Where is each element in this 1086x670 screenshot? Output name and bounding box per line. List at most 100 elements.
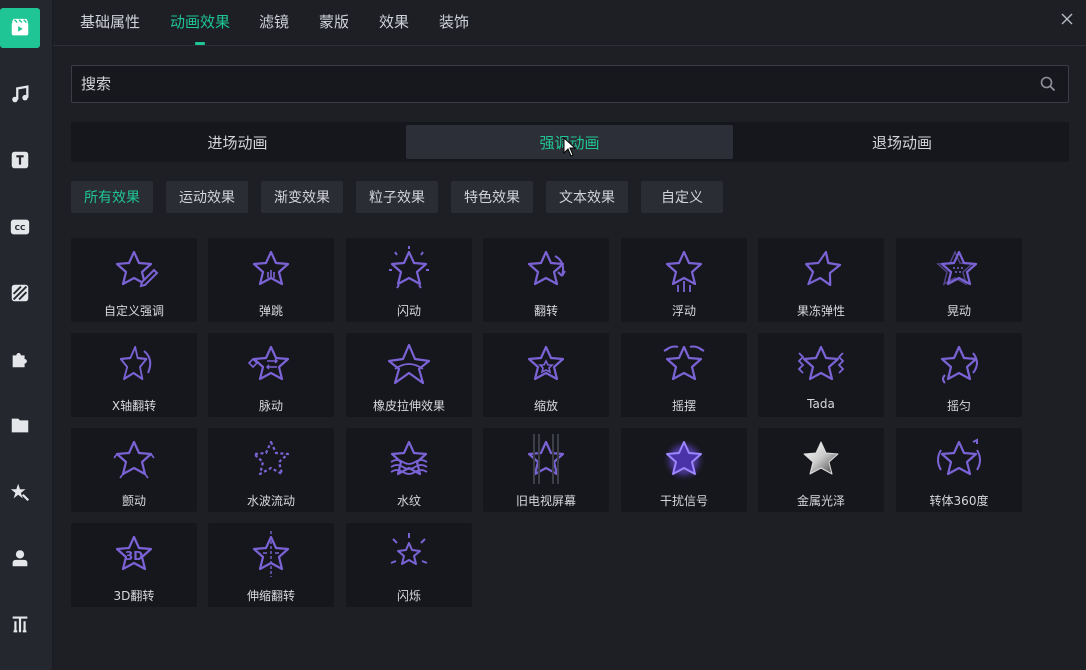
sidebar: CC xyxy=(0,0,53,670)
effect-tile[interactable]: 果冻弹性 xyxy=(758,238,884,322)
star-flip-icon xyxy=(527,250,566,286)
sidebar-folder-button[interactable] xyxy=(0,405,40,445)
subtitle-cc-icon: CC xyxy=(10,219,30,235)
effect-tile[interactable]: Tada xyxy=(758,333,884,417)
effect-label: 闪烁 xyxy=(396,589,421,603)
star-glitch-icon xyxy=(662,438,706,482)
star-rubber-icon xyxy=(387,343,431,385)
segment-enter-animation[interactable]: 进场动画 xyxy=(71,125,404,159)
effect-label: 金属光泽 xyxy=(796,494,845,508)
effect-label: 3D翻转 xyxy=(113,589,155,603)
effect-tile[interactable]: 旧电视屏幕 xyxy=(483,428,609,512)
star-tremble-icon xyxy=(113,440,155,479)
tab-decorations[interactable]: 装饰 xyxy=(439,11,469,32)
effect-tile[interactable]: 摇匀 xyxy=(896,333,1022,417)
effect-label: 晃动 xyxy=(946,304,971,318)
star-wobble-icon xyxy=(940,345,978,384)
sidebar-transition-button[interactable] xyxy=(0,273,40,313)
tab-basic-properties[interactable]: 基础属性 xyxy=(80,11,140,32)
effect-label: 摇摆 xyxy=(671,399,696,413)
effect-tile[interactable]: X轴翻转 xyxy=(71,333,197,417)
effect-label: 伸缩翻转 xyxy=(246,589,295,603)
star-3d-icon: 3D xyxy=(115,535,153,571)
effect-label: 转体360度 xyxy=(929,494,989,508)
effect-tile[interactable]: 浮动 xyxy=(621,238,747,322)
search-input[interactable] xyxy=(81,66,1021,102)
tab-filters[interactable]: 滤镜 xyxy=(259,11,289,32)
tab-effects[interactable]: 效果 xyxy=(379,11,409,32)
close-button[interactable] xyxy=(1058,10,1076,28)
sidebar-subtitle-button[interactable]: CC xyxy=(0,207,40,247)
tab-animation-effects[interactable]: 动画效果 xyxy=(170,11,230,32)
tab-mask[interactable]: 蒙版 xyxy=(319,11,349,32)
star-zoom-icon xyxy=(527,345,565,381)
music-icon xyxy=(12,85,29,103)
star-old-tv-icon xyxy=(527,434,565,484)
star-tada-icon xyxy=(797,345,845,381)
category-text[interactable]: 文本效果 xyxy=(546,181,628,213)
folder-icon xyxy=(11,418,29,433)
effect-tile[interactable]: 转体360度 xyxy=(896,428,1022,512)
sidebar-media-button[interactable] xyxy=(0,8,40,48)
segment-exit-animation[interactable]: 退场动画 xyxy=(735,125,1069,159)
category-motion[interactable]: 运动效果 xyxy=(166,181,248,213)
effect-label: Tada xyxy=(807,397,835,411)
search-icon[interactable] xyxy=(1040,76,1056,92)
svg-text:3D: 3D xyxy=(125,549,143,563)
star-twinkle-icon xyxy=(390,533,428,565)
effect-tile[interactable]: 干扰信号 xyxy=(621,428,747,512)
avatar-icon xyxy=(12,550,28,567)
effect-tile[interactable]: 橡皮拉伸效果 xyxy=(346,333,472,417)
sidebar-sticker-button[interactable] xyxy=(0,472,40,512)
effect-label: 橡皮拉伸效果 xyxy=(372,399,445,413)
effect-tile[interactable]: 3D 3D翻转 xyxy=(71,523,197,607)
effect-label: 果冻弹性 xyxy=(796,304,845,318)
sidebar-text-button[interactable] xyxy=(0,140,40,180)
active-tab-indicator xyxy=(195,42,205,45)
effect-tile[interactable]: 翻转 xyxy=(483,238,609,322)
category-particle[interactable]: 粒子效果 xyxy=(356,181,438,213)
sidebar-music-button[interactable] xyxy=(0,74,40,114)
effect-tile[interactable]: 缩放 xyxy=(483,333,609,417)
category-custom[interactable]: 自定义 xyxy=(641,181,723,213)
star-pencil-icon xyxy=(115,250,159,288)
top-tab-bar: 基础属性 动画效果 滤镜 蒙版 效果 装饰 xyxy=(53,0,1086,46)
effect-tile[interactable]: 晃动 xyxy=(896,238,1022,322)
transition-icon xyxy=(11,284,29,302)
star-stretch-icon xyxy=(252,531,290,577)
effect-tile[interactable]: 摇摆 xyxy=(621,333,747,417)
effect-tile[interactable]: 闪动 xyxy=(346,238,472,322)
puzzle-effects-icon xyxy=(12,353,27,368)
search-box xyxy=(71,65,1069,103)
sidebar-effects-button[interactable] xyxy=(0,339,40,379)
effect-tile[interactable]: 金属光泽 xyxy=(758,428,884,512)
effect-label: 水波流动 xyxy=(246,494,295,508)
effect-label: 旧电视屏幕 xyxy=(515,494,576,508)
category-special[interactable]: 特色效果 xyxy=(451,181,533,213)
category-gradient[interactable]: 渐变效果 xyxy=(261,181,343,213)
effect-tile[interactable]: 伸缩翻转 xyxy=(208,523,334,607)
effect-label: 水纹 xyxy=(396,494,421,508)
star-x-flip-icon xyxy=(119,345,152,381)
effect-label: 翻转 xyxy=(533,304,558,318)
effect-tile[interactable]: 自定义强调 xyxy=(71,238,197,322)
svg-text:CC: CC xyxy=(15,223,26,232)
star-flash-icon xyxy=(389,246,429,289)
effect-label: 弹跳 xyxy=(258,304,283,318)
effect-tile[interactable]: 水波流动 xyxy=(208,428,334,512)
effect-label: 闪动 xyxy=(396,304,421,318)
effect-tile[interactable]: 闪烁 xyxy=(346,523,472,607)
effect-tile[interactable]: 弹跳 xyxy=(208,238,334,322)
sidebar-avatar-button[interactable] xyxy=(0,538,40,578)
effect-label: 自定义强调 xyxy=(103,304,164,318)
effect-tile[interactable]: 水纹 xyxy=(346,428,472,512)
star-bounce-icon xyxy=(252,250,290,286)
sidebar-title-button[interactable] xyxy=(0,604,40,644)
effect-label: 颤动 xyxy=(121,494,146,508)
mouse-cursor-icon xyxy=(563,137,577,157)
category-all[interactable]: 所有效果 xyxy=(71,181,153,213)
effect-tile[interactable]: 脉动 xyxy=(208,333,334,417)
effect-tile[interactable]: 颤动 xyxy=(71,428,197,512)
star-swing-icon xyxy=(663,345,705,381)
star-float-icon xyxy=(665,250,703,292)
